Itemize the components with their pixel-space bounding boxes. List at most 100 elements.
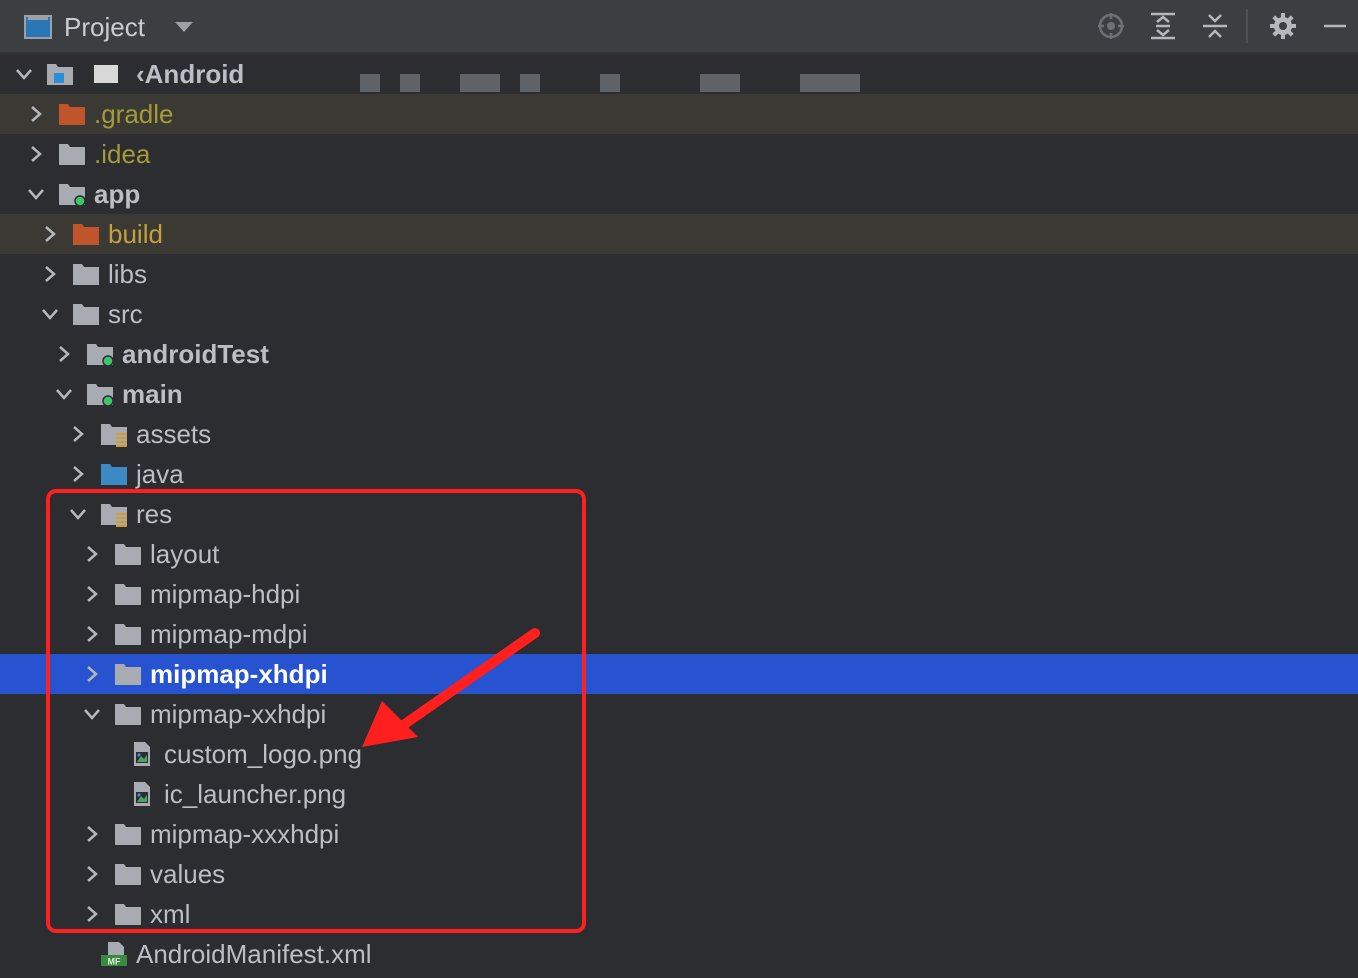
project-window-icon: [24, 15, 52, 39]
chevron-down-icon[interactable]: [24, 182, 48, 206]
tree-root-row[interactable]: ‹Android: [0, 54, 1358, 94]
chevron-right-icon[interactable]: [38, 222, 62, 246]
redacted-block: [700, 74, 740, 92]
collapse-all-icon[interactable]: [1198, 10, 1232, 42]
folder-row[interactable]: mipmap-xxhdpi: [0, 694, 1358, 734]
folder-icon: [114, 701, 142, 727]
source-folder-icon: [100, 461, 128, 487]
tree-item-label: java: [136, 458, 184, 489]
module-folder-icon: [86, 381, 114, 407]
folder-icon: [114, 541, 142, 567]
folder-row[interactable]: mipmap-xhdpi: [0, 654, 1358, 694]
resource-folder-icon: [100, 501, 128, 527]
folder-row[interactable]: app: [0, 174, 1358, 214]
folder-row[interactable]: values: [0, 854, 1358, 894]
tree-item-label: layout: [150, 538, 220, 569]
tree-item-label: mipmap-hdpi: [150, 578, 301, 609]
file-row[interactable]: MF AndroidManifest.xml: [0, 934, 1358, 974]
folder-icon: [114, 621, 142, 647]
resource-folder-icon: [100, 421, 128, 447]
tree-item-label: mipmap-mdpi: [150, 618, 308, 649]
chevron-down-icon[interactable]: [52, 382, 76, 406]
project-tool-window-header: Project: [0, 0, 1358, 54]
redacted-block: [600, 74, 620, 92]
folder-row[interactable]: xml: [0, 894, 1358, 934]
tree-item-label: values: [150, 858, 226, 889]
tree-item-label: AndroidManifest.xml: [136, 938, 372, 969]
tree-item-label: assets: [136, 418, 212, 449]
chevron-right-icon[interactable]: [80, 662, 104, 686]
project-view-title: Project: [64, 11, 145, 42]
tree-item-label: .gradle: [94, 98, 174, 129]
tree-item-label: mipmap-xxhdpi: [150, 698, 327, 729]
chevron-right-icon[interactable]: [66, 422, 90, 446]
folder-row[interactable]: libs: [0, 254, 1358, 294]
expand-all-icon[interactable]: [1146, 10, 1180, 42]
chevron-right-icon[interactable]: [24, 102, 48, 126]
chevron-right-icon[interactable]: [24, 142, 48, 166]
chevron-right-icon[interactable]: [80, 582, 104, 606]
folder-row[interactable]: main: [0, 374, 1358, 414]
folder-icon: [114, 581, 142, 607]
gear-icon[interactable]: [1266, 10, 1300, 42]
chevron-down-icon[interactable]: [66, 502, 90, 526]
folder-row[interactable]: androidTest: [0, 334, 1358, 374]
folder-row[interactable]: assets: [0, 414, 1358, 454]
folder-row[interactable]: build: [0, 214, 1358, 254]
toolbar-separator: [1246, 9, 1248, 43]
chevron-right-icon[interactable]: [80, 542, 104, 566]
tree-item-label: androidTest: [122, 338, 269, 369]
tree-item-label: build: [108, 218, 163, 249]
svg-text:MF: MF: [108, 957, 121, 967]
redacted-block: [520, 74, 540, 92]
folder-row[interactable]: .idea: [0, 134, 1358, 174]
image-file-icon: [128, 781, 156, 807]
chevron-down-icon[interactable]: [12, 62, 36, 86]
folder-row[interactable]: res: [0, 494, 1358, 534]
tree-item-label: libs: [108, 258, 148, 289]
folder-row[interactable]: .gradle: [0, 94, 1358, 134]
tree-item-label: ic_launcher.png: [164, 778, 347, 809]
folder-icon: [72, 261, 100, 287]
module-folder-icon: [58, 181, 86, 207]
file-row[interactable]: ic_launcher.png: [0, 774, 1358, 814]
chevron-right-icon[interactable]: [80, 622, 104, 646]
redacted-block: [360, 74, 380, 92]
tree-item-label: mipmap-xhdpi: [150, 658, 328, 689]
folder-icon: [58, 141, 86, 167]
folder-row[interactable]: java: [0, 454, 1358, 494]
folder-icon: [114, 861, 142, 887]
minimize-icon[interactable]: [1318, 10, 1352, 42]
folder-row[interactable]: mipmap-xxxhdpi: [0, 814, 1358, 854]
tree-item-label: xml: [150, 898, 191, 929]
tree-item-label: res: [136, 498, 173, 529]
tree-item-label: app: [94, 178, 141, 209]
project-root-label: ‹Android: [136, 58, 245, 89]
excluded-folder-icon: [72, 221, 100, 247]
excluded-folder-icon: [58, 101, 86, 127]
chevron-down-icon[interactable]: [38, 302, 62, 326]
chevron-right-icon[interactable]: [38, 262, 62, 286]
chevron-down-icon[interactable]: [80, 702, 104, 726]
chevron-right-icon[interactable]: [80, 902, 104, 926]
chevron-right-icon[interactable]: [80, 822, 104, 846]
chevron-down-icon[interactable]: [174, 22, 193, 32]
redacted-block: [400, 74, 420, 92]
folder-row[interactable]: mipmap-hdpi: [0, 574, 1358, 614]
module-folder-icon: [86, 341, 114, 367]
chevron-right-icon[interactable]: [80, 862, 104, 886]
folder-row[interactable]: layout: [0, 534, 1358, 574]
chevron-right-icon[interactable]: [66, 462, 90, 486]
folder-icon: [114, 901, 142, 927]
folder-row[interactable]: src: [0, 294, 1358, 334]
locate-icon[interactable]: [1094, 10, 1128, 42]
manifest-file-icon: MF: [100, 941, 128, 967]
file-row[interactable]: custom_logo.png: [0, 734, 1358, 774]
folder-icon: [114, 821, 142, 847]
project-view-selector[interactable]: Project: [24, 12, 193, 42]
redacted-block: [94, 65, 118, 83]
tree-item-label: custom_logo.png: [164, 738, 363, 769]
folder-row[interactable]: mipmap-mdpi: [0, 614, 1358, 654]
folder-icon: [72, 301, 100, 327]
chevron-right-icon[interactable]: [52, 342, 76, 366]
